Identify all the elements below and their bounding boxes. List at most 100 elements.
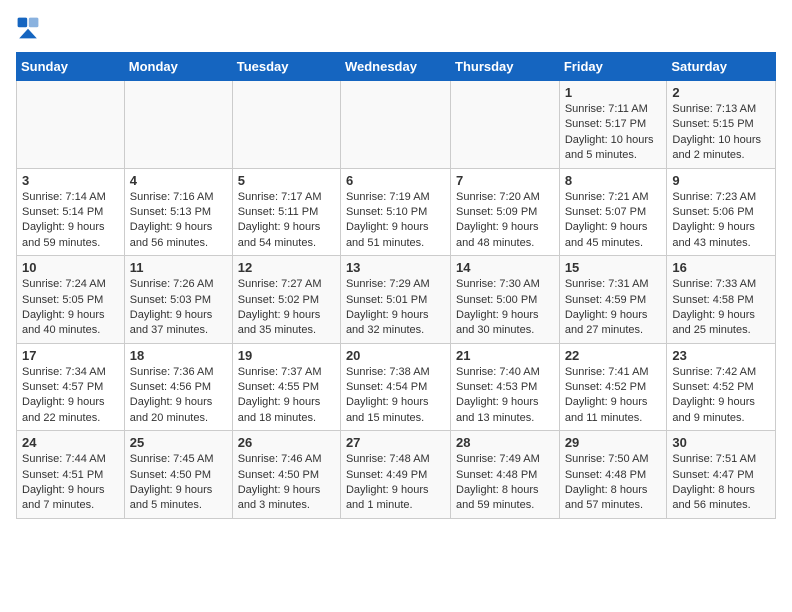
calendar-cell: 17Sunrise: 7:34 AM Sunset: 4:57 PM Dayli… (17, 343, 125, 431)
day-info: Sunrise: 7:38 AM Sunset: 4:54 PM Dayligh… (346, 365, 445, 427)
header-area (16, 16, 776, 40)
day-number: 12 (238, 260, 335, 275)
calendar-cell (340, 81, 450, 169)
weekday-header-thursday: Thursday (451, 53, 560, 81)
day-number: 25 (130, 435, 227, 450)
day-info: Sunrise: 7:42 AM Sunset: 4:52 PM Dayligh… (672, 365, 770, 427)
calendar-cell: 12 Sunrise: 7:27 AM Sunset: 5:02 PM Dayli… (232, 256, 340, 344)
calendar-cell: 3 Sunrise: 7:14 AM Sunset: 5:14 PM Daylig… (17, 168, 125, 256)
calendar-cell: 15 Sunrise: 7:31 AM Sunset: 4:59 PM Dayli… (559, 256, 667, 344)
day-number: 27 (346, 435, 445, 450)
calendar-cell: 6 Sunrise: 7:19 AM Sunset: 5:10 PM Daylig… (340, 168, 450, 256)
calendar-cell (124, 81, 232, 169)
calendar-cell: 28Sunrise: 7:49 AM Sunset: 4:48 PM Dayli… (451, 431, 560, 519)
calendar-cell: 20 Sunrise: 7:38 AM Sunset: 4:54 PM Dayli… (340, 343, 450, 431)
weekday-header-friday: Friday (559, 53, 667, 81)
day-number: 28 (456, 435, 554, 450)
calendar-cell: 29 Sunrise: 7:50 AM Sunset: 4:48 PM Dayli… (559, 431, 667, 519)
day-info: Sunrise: 7:31 AM Sunset: 4:59 PM Dayligh… (565, 277, 662, 339)
logo (16, 16, 44, 40)
day-number: 15 (565, 260, 662, 275)
day-info: Sunrise: 7:51 AM Sunset: 4:47 PM Dayligh… (672, 452, 770, 514)
calendar-cell: 30Sunrise: 7:51 AM Sunset: 4:47 PM Dayli… (667, 431, 776, 519)
calendar-cell: 23 Sunrise: 7:42 AM Sunset: 4:52 PM Dayli… (667, 343, 776, 431)
day-info: Sunrise: 7:20 AM Sunset: 5:09 PM Dayligh… (456, 190, 554, 252)
calendar-cell: 4 Sunrise: 7:16 AM Sunset: 5:13 PM Daylig… (124, 168, 232, 256)
day-number: 5 (238, 173, 335, 188)
calendar-week-4: 17Sunrise: 7:34 AM Sunset: 4:57 PM Dayli… (17, 343, 776, 431)
day-number: 16 (672, 260, 770, 275)
calendar-cell: 13Sunrise: 7:29 AM Sunset: 5:01 PM Dayli… (340, 256, 450, 344)
day-info: Sunrise: 7:50 AM Sunset: 4:48 PM Dayligh… (565, 452, 662, 514)
calendar-cell: 7Sunrise: 7:20 AM Sunset: 5:09 PM Daylig… (451, 168, 560, 256)
day-number: 24 (22, 435, 119, 450)
calendar-cell: 5Sunrise: 7:17 AM Sunset: 5:11 PM Daylig… (232, 168, 340, 256)
day-number: 19 (238, 348, 335, 363)
calendar-cell: 18 Sunrise: 7:36 AM Sunset: 4:56 PM Dayli… (124, 343, 232, 431)
day-info: Sunrise: 7:16 AM Sunset: 5:13 PM Dayligh… (130, 190, 227, 252)
day-info: Sunrise: 7:14 AM Sunset: 5:14 PM Dayligh… (22, 190, 119, 252)
day-number: 14 (456, 260, 554, 275)
day-info: Sunrise: 7:19 AM Sunset: 5:10 PM Dayligh… (346, 190, 445, 252)
calendar-cell: 22 Sunrise: 7:41 AM Sunset: 4:52 PM Dayli… (559, 343, 667, 431)
day-info: Sunrise: 7:44 AM Sunset: 4:51 PM Dayligh… (22, 452, 119, 514)
day-info: Sunrise: 7:21 AM Sunset: 5:07 PM Dayligh… (565, 190, 662, 252)
day-number: 29 (565, 435, 662, 450)
day-info: Sunrise: 7:11 AM Sunset: 5:17 PM Dayligh… (565, 102, 662, 164)
day-number: 20 (346, 348, 445, 363)
day-number: 23 (672, 348, 770, 363)
day-number: 22 (565, 348, 662, 363)
calendar-week-1: 1 Sunrise: 7:11 AM Sunset: 5:17 PM Daylig… (17, 81, 776, 169)
weekday-header-monday: Monday (124, 53, 232, 81)
calendar-cell: 8 Sunrise: 7:21 AM Sunset: 5:07 PM Daylig… (559, 168, 667, 256)
day-number: 3 (22, 173, 119, 188)
weekday-header-sunday: Sunday (17, 53, 125, 81)
day-number: 6 (346, 173, 445, 188)
day-number: 10 (22, 260, 119, 275)
day-info: Sunrise: 7:24 AM Sunset: 5:05 PM Dayligh… (22, 277, 119, 339)
day-info: Sunrise: 7:36 AM Sunset: 4:56 PM Dayligh… (130, 365, 227, 427)
day-info: Sunrise: 7:37 AM Sunset: 4:55 PM Dayligh… (238, 365, 335, 427)
day-info: Sunrise: 7:26 AM Sunset: 5:03 PM Dayligh… (130, 277, 227, 339)
calendar-cell: 24 Sunrise: 7:44 AM Sunset: 4:51 PM Dayli… (17, 431, 125, 519)
calendar-cell: 25 Sunrise: 7:45 AM Sunset: 4:50 PM Dayli… (124, 431, 232, 519)
calendar-cell: 2 Sunrise: 7:13 AM Sunset: 5:15 PM Daylig… (667, 81, 776, 169)
calendar-week-3: 10 Sunrise: 7:24 AM Sunset: 5:05 PM Dayli… (17, 256, 776, 344)
day-info: Sunrise: 7:46 AM Sunset: 4:50 PM Dayligh… (238, 452, 335, 514)
day-info: Sunrise: 7:45 AM Sunset: 4:50 PM Dayligh… (130, 452, 227, 514)
day-info: Sunrise: 7:27 AM Sunset: 5:02 PM Dayligh… (238, 277, 335, 339)
day-number: 9 (672, 173, 770, 188)
calendar-cell: 27 Sunrise: 7:48 AM Sunset: 4:49 PM Dayli… (340, 431, 450, 519)
calendar-cell: 11 Sunrise: 7:26 AM Sunset: 5:03 PM Dayli… (124, 256, 232, 344)
day-info: Sunrise: 7:40 AM Sunset: 4:53 PM Dayligh… (456, 365, 554, 427)
day-info: Sunrise: 7:30 AM Sunset: 5:00 PM Dayligh… (456, 277, 554, 339)
logo-icon (16, 16, 40, 40)
day-number: 8 (565, 173, 662, 188)
calendar-cell: 16Sunrise: 7:33 AM Sunset: 4:58 PM Dayli… (667, 256, 776, 344)
day-number: 4 (130, 173, 227, 188)
day-number: 1 (565, 85, 662, 100)
calendar-cell (451, 81, 560, 169)
calendar-table: SundayMondayTuesdayWednesdayThursdayFrid… (16, 52, 776, 519)
day-info: Sunrise: 7:48 AM Sunset: 4:49 PM Dayligh… (346, 452, 445, 514)
day-info: Sunrise: 7:41 AM Sunset: 4:52 PM Dayligh… (565, 365, 662, 427)
calendar-cell (232, 81, 340, 169)
weekday-header-tuesday: Tuesday (232, 53, 340, 81)
day-info: Sunrise: 7:13 AM Sunset: 5:15 PM Dayligh… (672, 102, 770, 164)
weekday-header-row: SundayMondayTuesdayWednesdayThursdayFrid… (17, 53, 776, 81)
day-info: Sunrise: 7:23 AM Sunset: 5:06 PM Dayligh… (672, 190, 770, 252)
calendar-week-2: 3 Sunrise: 7:14 AM Sunset: 5:14 PM Daylig… (17, 168, 776, 256)
calendar-cell: 21Sunrise: 7:40 AM Sunset: 4:53 PM Dayli… (451, 343, 560, 431)
day-number: 2 (672, 85, 770, 100)
weekday-header-saturday: Saturday (667, 53, 776, 81)
calendar-week-5: 24 Sunrise: 7:44 AM Sunset: 4:51 PM Dayli… (17, 431, 776, 519)
calendar-cell: 1 Sunrise: 7:11 AM Sunset: 5:17 PM Daylig… (559, 81, 667, 169)
day-number: 26 (238, 435, 335, 450)
day-number: 13 (346, 260, 445, 275)
calendar-cell: 14 Sunrise: 7:30 AM Sunset: 5:00 PM Dayli… (451, 256, 560, 344)
day-number: 11 (130, 260, 227, 275)
calendar-cell: 9 Sunrise: 7:23 AM Sunset: 5:06 PM Daylig… (667, 168, 776, 256)
calendar-cell: 26 Sunrise: 7:46 AM Sunset: 4:50 PM Dayli… (232, 431, 340, 519)
calendar-cell (17, 81, 125, 169)
day-number: 18 (130, 348, 227, 363)
